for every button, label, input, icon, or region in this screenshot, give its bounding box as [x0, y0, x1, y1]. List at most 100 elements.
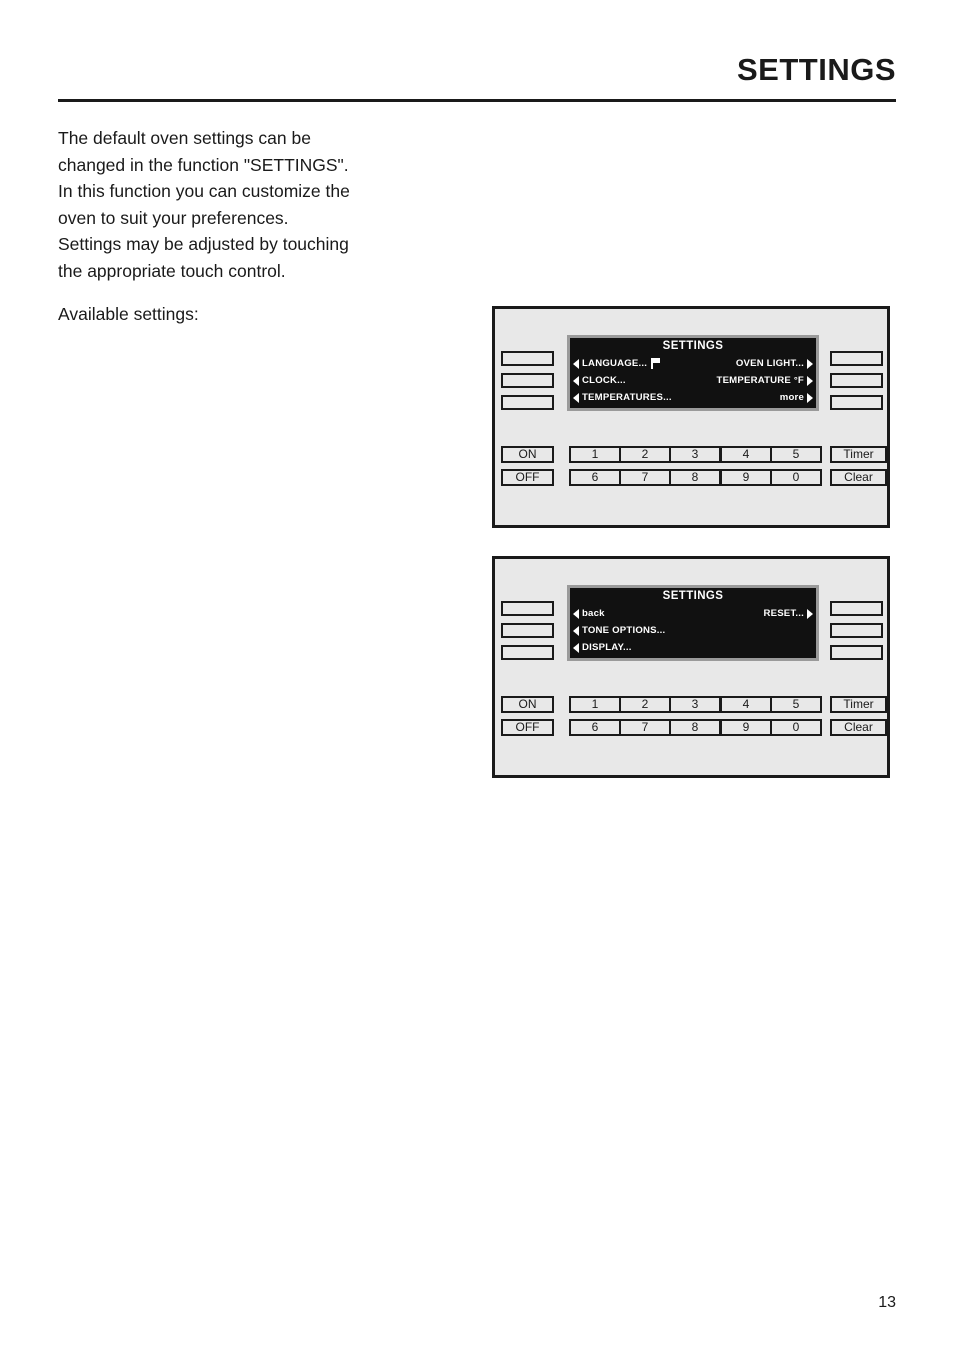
softkey-left-1-panel-2[interactable] [501, 601, 554, 616]
key-0-panel-1[interactable]: 0 [770, 469, 822, 486]
keypad-row-1: ON 1 2 3 4 5 Timer [495, 696, 887, 713]
intro-line-5: Settings may be adjusted by touching [58, 234, 349, 254]
softkey-left-2-panel-2[interactable] [501, 623, 554, 638]
key-5-panel-2[interactable]: 5 [770, 696, 822, 713]
lcd-row-2-3: DISPLAY... [570, 639, 816, 656]
softkey-left-1-panel-1[interactable] [501, 351, 554, 366]
softkey-right-3-panel-2[interactable] [830, 645, 883, 660]
keypad-row-2: OFF 6 7 8 9 0 Clear [495, 469, 887, 486]
menu-item-temperatures[interactable]: TEMPERATURES... [573, 392, 672, 403]
menu-item-more[interactable]: more [780, 392, 813, 403]
softkey-right-1-panel-2[interactable] [830, 601, 883, 616]
keypad-2: ON 1 2 3 4 5 Timer OFF 6 7 8 9 0 Clear [495, 696, 887, 742]
lcd-display-2: SETTINGS back RESET... TONE OPTIONS... D… [567, 585, 819, 661]
page-number: 13 [878, 1294, 896, 1311]
clear-button-panel-2[interactable]: Clear [830, 719, 887, 736]
key-7-panel-1[interactable]: 7 [619, 469, 671, 486]
key-5-panel-1[interactable]: 5 [770, 446, 822, 463]
arrow-left-icon [573, 392, 579, 403]
menu-item-reset-label: RESET... [763, 608, 804, 619]
arrow-left-icon [573, 642, 579, 653]
key-2-panel-1[interactable]: 2 [619, 446, 671, 463]
menu-item-reset[interactable]: RESET... [763, 608, 813, 619]
menu-item-back-label: back [582, 608, 605, 619]
lcd-row-2-2: TONE OPTIONS... [570, 622, 816, 639]
intro-line-4: oven to suit your preferences. [58, 207, 289, 228]
menu-item-temperatures-label: TEMPERATURES... [582, 392, 672, 403]
menu-item-more-label: more [779, 392, 804, 403]
softkey-left-3-panel-1[interactable] [501, 395, 554, 410]
arrow-left-icon [573, 625, 579, 636]
softkey-right-2-panel-2[interactable] [830, 623, 883, 638]
intro-line-1: The default oven settings can be [58, 128, 311, 148]
menu-item-display[interactable]: DISPLAY... [573, 642, 632, 653]
arrow-left-icon [573, 608, 579, 619]
softkey-left-3-panel-2[interactable] [501, 645, 554, 660]
on-button-panel-1[interactable]: ON [501, 446, 554, 463]
lcd-display-1: SETTINGS LANGUAGE... OVEN LIGHT... CLOCK… [567, 335, 819, 411]
page-title: SETTINGS [736, 52, 896, 87]
arrow-right-icon [807, 375, 813, 386]
arrow-left-icon [573, 375, 579, 386]
menu-item-language[interactable]: LANGUAGE... [573, 358, 661, 369]
intro-line-3: In this function you can customize the [58, 181, 350, 201]
menu-item-language-label: LANGUAGE... [582, 358, 648, 369]
lcd-row-2-1: back RESET... [570, 605, 816, 622]
menu-item-back[interactable]: back [573, 608, 605, 619]
menu-item-oven-light-label: OVEN LIGHT... [735, 358, 804, 369]
key-0-panel-2[interactable]: 0 [770, 719, 822, 736]
intro-line-6: the appropriate touch control. [58, 260, 286, 281]
menu-item-temperature-unit-label: TEMPERATURE °F [716, 375, 804, 386]
intro-text-block: The default oven settings can be changed… [58, 125, 458, 328]
menu-item-display-label: DISPLAY... [582, 642, 632, 653]
off-button-panel-1[interactable]: OFF [501, 469, 554, 486]
key-6-panel-2[interactable]: 6 [569, 719, 621, 736]
arrow-right-icon [807, 608, 813, 619]
timer-button-panel-2[interactable]: Timer [830, 696, 887, 713]
menu-item-clock-label: CLOCK... [582, 375, 626, 386]
key-8-panel-1[interactable]: 8 [669, 469, 721, 486]
menu-item-clock[interactable]: CLOCK... [573, 375, 626, 386]
available-settings-label: Available settings: [58, 304, 199, 324]
keypad-row-2: OFF 6 7 8 9 0 Clear [495, 719, 887, 736]
lcd-menu-1: LANGUAGE... OVEN LIGHT... CLOCK... TEMPE… [570, 355, 816, 406]
on-button-panel-2[interactable]: ON [501, 696, 554, 713]
lcd-row-1-1: LANGUAGE... OVEN LIGHT... [570, 355, 816, 372]
timer-button-panel-1[interactable]: Timer [830, 446, 887, 463]
lcd-row-1-2: CLOCK... TEMPERATURE °F [570, 372, 816, 389]
key-9-panel-1[interactable]: 9 [720, 469, 772, 486]
arrow-right-icon [807, 392, 813, 403]
key-1-panel-1[interactable]: 1 [569, 446, 621, 463]
title-divider [58, 99, 896, 102]
arrow-right-icon [807, 358, 813, 369]
softkey-right-2-panel-1[interactable] [830, 373, 883, 388]
key-9-panel-2[interactable]: 9 [720, 719, 772, 736]
control-panel-figure-1: SETTINGS LANGUAGE... OVEN LIGHT... CLOCK… [492, 306, 890, 528]
keypad-1: ON 1 2 3 4 5 Timer OFF 6 7 8 9 0 Clear [495, 446, 887, 492]
menu-item-tone-options[interactable]: TONE OPTIONS... [573, 625, 665, 636]
softkey-left-2-panel-1[interactable] [501, 373, 554, 388]
lcd-title-1: SETTINGS [662, 340, 724, 352]
menu-item-oven-light[interactable]: OVEN LIGHT... [736, 358, 813, 369]
off-button-panel-2[interactable]: OFF [501, 719, 554, 736]
key-3-panel-1[interactable]: 3 [669, 446, 721, 463]
softkey-right-3-panel-1[interactable] [830, 395, 883, 410]
key-6-panel-1[interactable]: 6 [569, 469, 621, 486]
key-8-panel-2[interactable]: 8 [669, 719, 721, 736]
keypad-row-1: ON 1 2 3 4 5 Timer [495, 446, 887, 463]
flag-icon [651, 358, 661, 369]
menu-item-temperature-unit[interactable]: TEMPERATURE °F [717, 375, 813, 386]
key-4-panel-1[interactable]: 4 [720, 446, 772, 463]
softkey-right-1-panel-1[interactable] [830, 351, 883, 366]
arrow-left-icon [573, 358, 579, 369]
key-3-panel-2[interactable]: 3 [669, 696, 721, 713]
clear-button-panel-1[interactable]: Clear [830, 469, 887, 486]
lcd-menu-2: back RESET... TONE OPTIONS... DISPLAY... [570, 605, 816, 656]
key-2-panel-2[interactable]: 2 [619, 696, 671, 713]
intro-line-2: changed in the function "SETTINGS". [58, 154, 349, 175]
key-4-panel-2[interactable]: 4 [720, 696, 772, 713]
control-panel-figure-2: SETTINGS back RESET... TONE OPTIONS... D… [492, 556, 890, 778]
key-7-panel-2[interactable]: 7 [619, 719, 671, 736]
lcd-row-1-3: TEMPERATURES... more [570, 389, 816, 406]
key-1-panel-2[interactable]: 1 [569, 696, 621, 713]
